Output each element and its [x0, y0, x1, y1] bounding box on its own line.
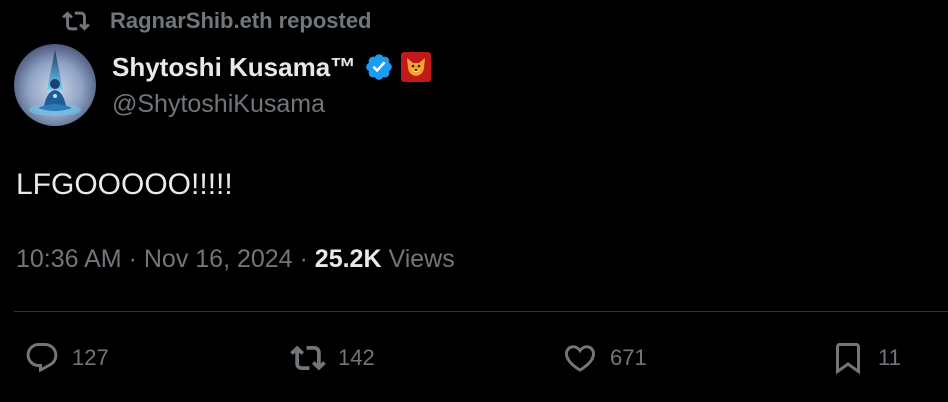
like-count: 671	[610, 345, 647, 370]
verified-badge-icon[interactable]	[364, 52, 394, 82]
bookmark-count: 11	[878, 345, 901, 370]
views-label: Views	[388, 244, 455, 273]
views-count: 25.2K	[314, 244, 382, 273]
tweet-time-link[interactable]: 10:36 AM	[16, 245, 122, 274]
reply-count: 127	[72, 345, 109, 370]
repost-count: 142	[338, 345, 375, 370]
heart-icon	[564, 345, 596, 372]
tweet-text: LFGOOOOO!!!!!	[16, 168, 233, 201]
repost-header: RagnarShib.eth reposted	[62, 6, 372, 36]
meta-separator: ·	[121, 244, 144, 273]
tweet-date-link[interactable]: Nov 16, 2024	[144, 245, 293, 274]
reposter-name-link[interactable]: RagnarShib.eth	[110, 8, 273, 34]
meta-separator: ·	[292, 244, 315, 273]
divider	[14, 311, 948, 312]
author-name-link[interactable]: Shytoshi Kusama™	[112, 52, 356, 83]
shiba-inu-badge-icon	[407, 58, 426, 76]
like-button[interactable]: 671	[562, 340, 647, 376]
reply-button[interactable]: 127	[24, 340, 109, 376]
meditating-figure-avatar	[14, 44, 96, 126]
bookmark-button[interactable]: 11	[830, 340, 901, 376]
repost-icon	[62, 11, 90, 31]
author-handle[interactable]: @ShytoshiKusama	[112, 90, 325, 119]
author-name-row: Shytoshi Kusama™	[112, 50, 432, 84]
repost-icon	[290, 345, 326, 371]
bookmark-icon	[836, 343, 860, 375]
repost-button[interactable]: 142	[290, 340, 375, 376]
reposted-label: reposted	[278, 8, 372, 33]
affiliate-badge[interactable]	[401, 52, 432, 82]
author-avatar[interactable]	[14, 44, 96, 126]
views-spacer	[382, 245, 389, 274]
tweet-meta: 10:36 AM · Nov 16, 2024 · 25.2K Views	[16, 242, 455, 276]
reply-icon	[26, 343, 58, 373]
